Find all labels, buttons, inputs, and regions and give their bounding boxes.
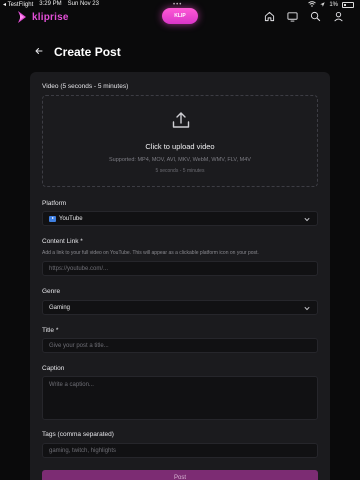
home-icon[interactable] bbox=[264, 11, 275, 22]
content-link-label: Content Link * bbox=[42, 238, 83, 245]
tags-label: Tags (comma separated) bbox=[42, 431, 114, 438]
platform-select[interactable]: YouTube bbox=[42, 211, 318, 226]
caption-textarea[interactable]: Write a caption... bbox=[42, 376, 318, 420]
tv-icon[interactable] bbox=[287, 11, 298, 22]
content-link-help: Add a link to your full video on YouTube… bbox=[42, 250, 259, 256]
title-label: Title * bbox=[42, 327, 59, 334]
platform-value: YouTube bbox=[59, 216, 83, 222]
genre-value: Gaming bbox=[49, 305, 71, 311]
back-to-app-label[interactable]: ◂ TestFlight bbox=[3, 1, 33, 8]
chevron-down-icon bbox=[304, 306, 310, 311]
caption-placeholder: Write a caption... bbox=[49, 382, 94, 388]
video-upload-dropzone[interactable]: Click to upload video Supported: MP4, MO… bbox=[42, 95, 318, 187]
tags-input[interactable]: gaming, twitch, highlights bbox=[42, 443, 318, 458]
brand-name: kliprise bbox=[32, 11, 69, 23]
status-date: Sun Nov 23 bbox=[67, 1, 99, 7]
status-time: 3:29 PM bbox=[39, 1, 62, 7]
caption-label: Caption bbox=[42, 365, 65, 372]
tags-placeholder: gaming, twitch, highlights bbox=[49, 448, 117, 454]
upload-title: Click to upload video bbox=[145, 142, 215, 151]
upload-duration: 5 seconds - 5 minutes bbox=[155, 168, 205, 174]
page-title: Create Post bbox=[54, 45, 121, 59]
platform-label: Platform bbox=[42, 200, 67, 207]
upload-formats: Supported: MP4, MOV, AVI, MKV, WebM, WMV… bbox=[109, 157, 251, 163]
title-placeholder: Give your post a title... bbox=[49, 343, 109, 349]
content-link-input[interactable]: https://youtube.com/... bbox=[42, 261, 318, 276]
top-nav: kliprise KLIP bbox=[0, 8, 360, 28]
genre-select[interactable]: Gaming bbox=[42, 300, 318, 315]
create-post-form: Video (5 seconds - 5 minutes) Click to u… bbox=[30, 72, 330, 480]
brand-logo[interactable]: kliprise bbox=[16, 10, 69, 24]
post-button[interactable]: Post bbox=[42, 470, 318, 480]
brand-logo-icon bbox=[18, 11, 26, 23]
youtube-icon bbox=[49, 216, 56, 222]
genre-label: Genre bbox=[42, 288, 61, 295]
title-input[interactable]: Give your post a title... bbox=[42, 338, 318, 353]
video-label: Video (5 seconds - 5 minutes) bbox=[42, 83, 129, 90]
chevron-down-icon bbox=[304, 217, 310, 222]
content-link-placeholder: https://youtube.com/... bbox=[49, 266, 109, 272]
search-icon[interactable] bbox=[310, 11, 321, 22]
upload-icon bbox=[172, 112, 190, 128]
profile-icon[interactable] bbox=[333, 11, 344, 22]
back-arrow-icon[interactable] bbox=[34, 46, 44, 56]
klip-button[interactable]: KLIP bbox=[162, 8, 198, 24]
